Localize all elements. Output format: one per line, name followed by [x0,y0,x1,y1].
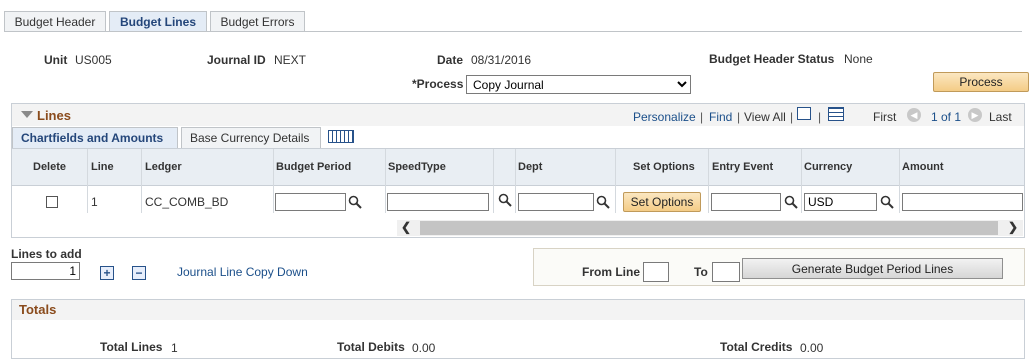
total-credits-value: 0.00 [800,341,824,355]
dept-input[interactable] [518,193,594,211]
add-line-icon[interactable]: + [100,266,114,280]
from-line-input[interactable] [643,262,669,282]
lines-to-add-input[interactable] [11,262,80,280]
journal-id-value: NEXT [274,53,307,67]
speedtype-input[interactable] [387,193,489,211]
scroll-right-icon[interactable]: ❯ [1008,220,1018,234]
delete-checkbox[interactable] [46,196,58,208]
column-header-amount: Amount [902,161,944,173]
pager-first-label: First [873,110,897,124]
column-divider [273,149,274,213]
total-debits-label: Total Debits [337,340,405,354]
pager-range: 1 of 1 [931,110,962,124]
pager-next-icon[interactable]: ▶ [968,108,982,122]
find-link[interactable]: Find [709,110,732,124]
column-divider [708,149,709,213]
pager-last-label: Last [989,110,1012,124]
column-header-ledger: Ledger [145,161,182,173]
separator: | [700,110,704,124]
unit-value: US005 [75,53,112,67]
journal-line-copy-down-link[interactable]: Journal Line Copy Down [177,265,308,279]
total-lines-value: 1 [171,341,178,355]
amount-input[interactable] [902,193,1023,211]
from-line-label: From Line [582,265,641,279]
column-header-line: Line [91,161,114,173]
column-header-set-options: Set Options [633,161,695,173]
tab-chartfields-and-amounts[interactable]: Chartfields and Amounts [12,127,178,148]
personalize-link[interactable]: Personalize [633,110,696,124]
total-debits-value: 0.00 [412,341,436,355]
column-header-delete: Delete [33,161,67,173]
column-header-currency: Currency [804,161,853,173]
collapse-triangle-icon[interactable] [21,111,33,118]
pager-previous-icon[interactable]: ◀ [907,108,921,122]
column-divider [515,149,516,213]
process-label: *Process [412,77,464,91]
date-value: 08/31/2016 [471,53,532,67]
column-header-budget-period: Budget Period [276,161,352,173]
scroll-left-icon[interactable]: ❮ [401,220,411,234]
separator: | [790,110,794,124]
journal-id-label: Journal ID [207,53,266,67]
process-select[interactable]: Copy Journal [466,75,691,94]
new-window-icon[interactable] [797,107,811,120]
column-header-speedtype: SpeedType [388,161,446,173]
horizontal-scrollbar-thumb[interactable] [420,221,998,235]
totals-title: Totals [19,302,57,317]
separator: | [737,110,741,124]
view-all-link[interactable]: View All [744,110,786,124]
separator: | [818,110,822,124]
download-grid-icon[interactable] [828,107,844,121]
budget-period-lookup-icon[interactable] [348,195,362,209]
tab-base-currency-details[interactable]: Base Currency Details [181,127,321,148]
remove-line-icon[interactable]: − [132,266,146,280]
lines-title: Lines [37,108,71,123]
column-divider [141,149,142,213]
total-lines-label: Total Lines [100,340,163,354]
to-line-input[interactable] [712,262,740,282]
budget-header-status-value: None [844,52,873,66]
unit-label: Unit [44,53,68,67]
budget-period-input[interactable] [275,193,346,211]
column-divider [493,149,494,213]
currency-input[interactable] [804,193,877,211]
tab-budget-header[interactable]: Budget Header [4,11,106,31]
generate-budget-period-lines-button[interactable]: Generate Budget Period Lines [742,258,1003,279]
total-credits-label: Total Credits [720,340,793,354]
date-label: Date [437,53,464,67]
column-header-entry-event: Entry Event [712,161,774,173]
totals-header [12,300,1024,320]
lines-to-add-label: Lines to add [11,247,82,261]
column-divider [801,149,802,213]
column-divider [385,149,386,213]
ledger-value: CC_COMB_BD [145,195,229,209]
column-divider [899,149,900,213]
entry-event-input[interactable] [711,193,781,211]
process-button[interactable]: Process [933,72,1029,92]
show-all-columns-icon[interactable] [328,130,354,143]
entry-event-lookup-icon[interactable] [784,195,798,209]
speedtype-lookup-icon[interactable] [498,193,512,207]
set-options-button[interactable]: Set Options [623,192,701,212]
column-header-dept: Dept [518,161,543,173]
column-divider [615,149,616,213]
currency-lookup-icon[interactable] [880,195,894,209]
budget-header-status-label: Budget Header Status [709,52,835,66]
column-divider [87,149,88,213]
tab-budget-errors[interactable]: Budget Errors [210,11,305,31]
tab-budget-lines[interactable]: Budget Lines [109,11,207,32]
tab-divider [4,31,1022,32]
dept-lookup-icon[interactable] [596,195,610,209]
to-line-label: To [694,265,708,279]
line-number: 1 [91,195,98,209]
